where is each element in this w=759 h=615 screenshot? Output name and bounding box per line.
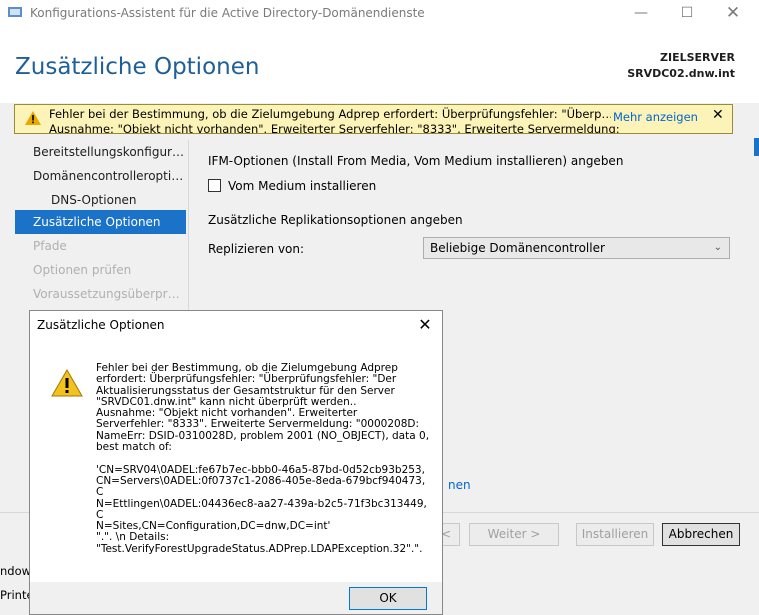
replicate-from-select[interactable]: Beliebige Domänencontroller ⌄ [423, 237, 730, 259]
warning-banner: Fehler bei der Bestimmung, ob die Zielum… [14, 104, 733, 134]
dialog-close-button[interactable]: ✕ [410, 313, 440, 337]
nav-item-dns-options[interactable]: DNS-Optionen [15, 188, 186, 212]
chevron-down-icon: ⌄ [713, 242, 722, 253]
cancel-button[interactable]: Abbrechen [662, 523, 740, 546]
nav-item-prerequisites: Voraussetzungsüberprüfung [33, 287, 186, 301]
background-window-edge [754, 138, 759, 156]
replicate-from-value: Beliebige Domänencontroller [430, 241, 605, 255]
target-server-label: ZIELSERVER [660, 51, 735, 64]
replicate-from-label: Replizieren von: [208, 242, 305, 256]
install-from-media-checkbox[interactable] [208, 179, 221, 192]
nav-item-additional-options[interactable]: Zusätzliche Optionen [15, 210, 186, 234]
ifm-heading: IFM-Optionen (Install From Media, Vom Me… [208, 154, 624, 168]
show-more-link[interactable]: Mehr anzeigen [611, 110, 698, 124]
dialog-title: Zusätzliche Optionen [37, 318, 165, 332]
error-dialog: Zusätzliche Optionen ✕ Fehler bei der Be… [29, 310, 443, 615]
nav-item-dc-options[interactable]: Domänencontrolleroptionen [15, 164, 186, 188]
maximize-button[interactable]: ☐ [664, 0, 710, 28]
dismiss-warning-button[interactable]: ✕ [712, 107, 724, 123]
close-button[interactable]: ✕ [710, 0, 756, 28]
window-title: Konfigurations-Assistent für die Active … [30, 6, 425, 20]
install-from-media-label[interactable]: Vom Medium installieren [228, 179, 376, 193]
ok-button[interactable]: OK [349, 587, 427, 610]
app-icon [8, 7, 22, 17]
nav-item-paths: Pfade [33, 239, 67, 253]
title-bar: Konfigurations-Assistent für die Active … [0, 0, 759, 28]
wizard-header: Zusätzliche Optionen ZIELSERVER SRVDC02.… [0, 28, 759, 103]
dialog-message: Fehler bei der Bestimmung, ob die Zielum… [96, 362, 430, 555]
nav-item-review-options: Optionen prüfen [33, 263, 132, 277]
page-title: Zusätzliche Optionen [15, 54, 260, 80]
target-server-name: SRVDC02.dnw.int [627, 67, 735, 80]
replication-heading: Zusätzliche Replikationsoptionen angeben [208, 213, 463, 227]
nav-item-deployment-config[interactable]: Bereitstellungskonfiguration [15, 140, 186, 164]
install-button[interactable]: Installieren [576, 523, 654, 546]
more-info-link[interactable]: nen [448, 478, 471, 492]
warning-icon [51, 369, 83, 397]
warning-icon [25, 111, 41, 125]
next-button[interactable]: Weiter > [469, 523, 559, 546]
dialog-title-bar: Zusätzliche Optionen ✕ [30, 311, 442, 340]
minimize-button[interactable]: — [618, 0, 664, 28]
warning-text-line1: Fehler bei der Bestimmung, ob die Zielum… [49, 107, 615, 121]
warning-text-line2: Ausnahme: "Objekt nicht vorhanden". Erwe… [49, 122, 619, 134]
dialog-body: Fehler bei der Bestimmung, ob die Zielum… [30, 340, 442, 582]
